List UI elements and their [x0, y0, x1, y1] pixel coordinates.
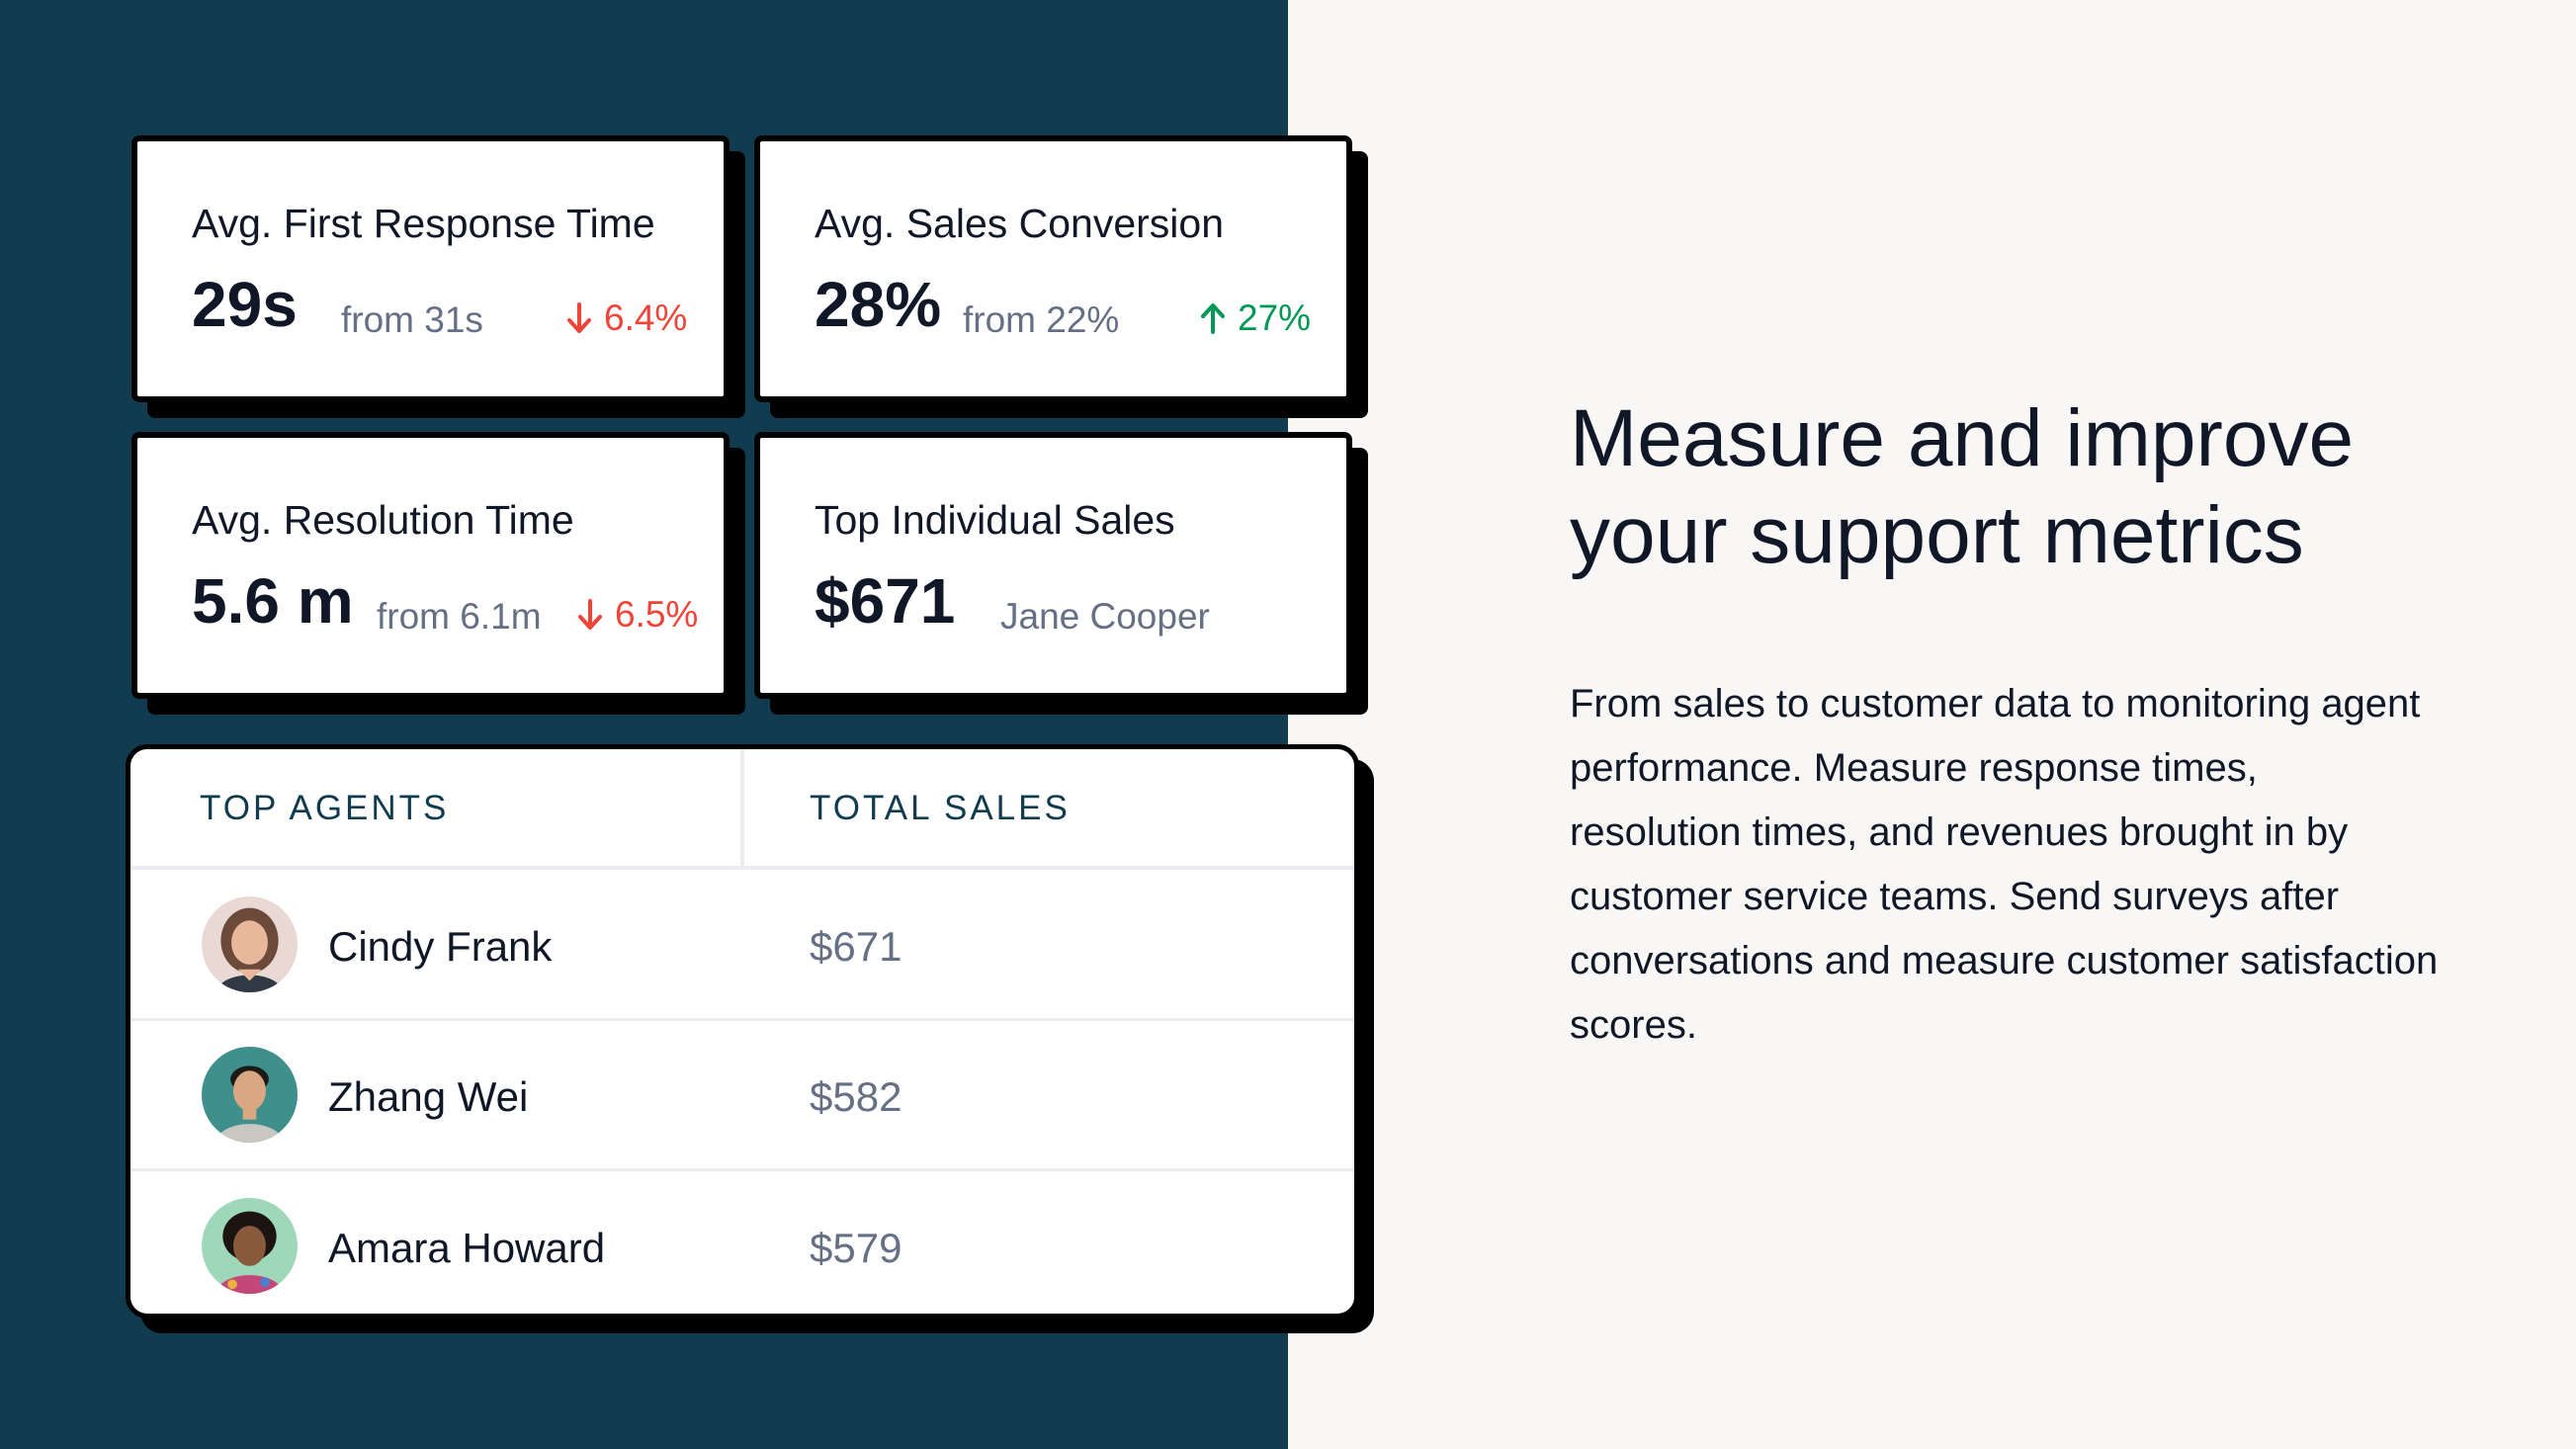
avatar — [202, 1047, 298, 1143]
metric-title: Avg. Sales Conversion — [815, 201, 1225, 246]
arrow-down-icon — [567, 302, 591, 333]
metric-value: $671 — [815, 565, 956, 637]
metric-value: 5.6 m — [192, 565, 354, 637]
metric-delta: 6.5% — [575, 594, 698, 636]
page-title: Measure and improve your support metrics — [1570, 393, 2355, 580]
metric-title: Top Individual Sales — [815, 497, 1175, 543]
metric-delta-value: 27% — [1238, 298, 1312, 338]
metric-title: Avg. First Response Time — [192, 201, 655, 246]
metric-value: 29s — [192, 269, 298, 340]
metric-delta-value: 6.5% — [615, 594, 699, 635]
top-seller-name: Jane Cooper — [1000, 596, 1210, 637]
metric-title: Avg. Resolution Time — [192, 497, 574, 543]
table-row: Zhang Wei $582 — [130, 1020, 1354, 1171]
metric-delta: 27% — [1198, 298, 1311, 339]
metric-card-first-response: Avg. First Response Time 29s from 31s 6.… — [131, 135, 730, 402]
column-header-sales: TOTAL SALES — [810, 789, 1071, 827]
column-divider — [740, 749, 744, 866]
arrow-up-icon — [1201, 303, 1225, 334]
metric-delta-value: 6.4% — [604, 298, 688, 338]
woman-portrait-icon — [202, 896, 298, 992]
description-text: From sales to customer data to monitorin… — [1570, 682, 2439, 1047]
man-portrait-icon — [202, 1047, 298, 1143]
agent-sales: $582 — [810, 1073, 902, 1120]
metric-from: from 31s — [341, 299, 483, 340]
metric-card-sales-conversion: Avg. Sales Conversion 28% from 22% 27% — [754, 135, 1352, 402]
woman-portrait-icon — [202, 1198, 298, 1294]
agent-sales: $579 — [810, 1225, 902, 1271]
metric-from: from 22% — [963, 299, 1120, 340]
agent-name: Cindy Frank — [328, 923, 553, 970]
table-header: TOP AGENTS TOTAL SALES — [130, 749, 1354, 870]
metric-value: 28% — [815, 269, 942, 340]
table-row: Cindy Frank $671 — [130, 870, 1354, 1021]
agent-name: Zhang Wei — [328, 1073, 529, 1120]
metric-card-top-sales: Top Individual Sales $671 Jane Cooper — [754, 432, 1352, 699]
avatar — [202, 896, 298, 992]
avatar — [202, 1198, 298, 1294]
column-header-agents: TOP AGENTS — [200, 789, 450, 827]
metric-card-resolution: Avg. Resolution Time 5.6 m from 6.1m 6.5… — [131, 432, 730, 699]
metric-delta: 6.4% — [564, 298, 687, 339]
table-row: Amara Howard $579 — [130, 1171, 1354, 1314]
arrow-down-icon — [578, 599, 602, 630]
agent-sales: $671 — [810, 923, 902, 970]
agent-name: Amara Howard — [328, 1225, 606, 1271]
metric-from: from 6.1m — [377, 596, 542, 637]
top-agents-table: TOP AGENTS TOTAL SALES Cindy Frank $671 — [126, 744, 1359, 1319]
